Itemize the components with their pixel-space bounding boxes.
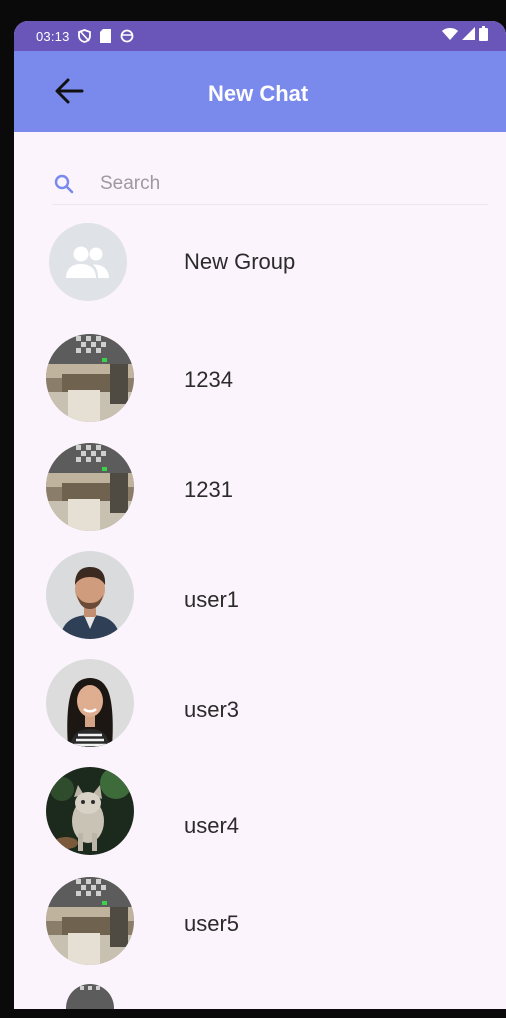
- avatar: [46, 334, 134, 422]
- contact-name: user3: [184, 697, 240, 722]
- contact-item[interactable]: user1: [14, 549, 506, 649]
- search-input[interactable]: [98, 171, 458, 196]
- contact-item[interactable]: 1234: [14, 329, 506, 429]
- avatar: [46, 767, 134, 855]
- avatar: [66, 984, 114, 1009]
- search-bar[interactable]: [52, 163, 488, 205]
- avatar: [46, 877, 134, 965]
- battery-icon: [479, 26, 488, 46]
- app-bar: New Chat: [14, 51, 506, 132]
- app-screen: 03:13 New Chat Search New Group 1234 123…: [14, 21, 506, 1009]
- status-bar: 03:13: [14, 21, 506, 51]
- back-button[interactable]: [47, 73, 91, 113]
- sd-card-icon: [99, 29, 111, 43]
- status-right-icons: [442, 26, 488, 46]
- group-icon: [49, 223, 127, 301]
- avatar: [46, 443, 134, 531]
- contact-name: user4: [184, 813, 240, 838]
- contact-item-partial[interactable]: [14, 984, 506, 1009]
- avatar: [46, 551, 134, 639]
- wifi-icon: [442, 27, 458, 45]
- status-time: 03:13: [36, 28, 70, 44]
- device-frame: 03:13 New Chat Search New Group 1234 123…: [0, 0, 506, 1018]
- avatar: [46, 659, 134, 747]
- contact-item[interactable]: user4: [14, 767, 506, 867]
- new-group-label: New Group: [184, 249, 296, 274]
- contact-item[interactable]: user5: [14, 877, 506, 977]
- contact-name: 1234: [184, 367, 233, 392]
- new-group-item[interactable]: New Group: [14, 217, 506, 317]
- shield-icon: [77, 29, 91, 43]
- search-icon: [52, 172, 76, 196]
- circle-status-icon: [120, 29, 134, 43]
- contact-item[interactable]: 1231: [14, 439, 506, 539]
- arrow-left-icon: [54, 78, 84, 109]
- signal-icon: [462, 27, 475, 45]
- contact-name: user5: [184, 911, 240, 936]
- page-title: New Chat: [208, 81, 309, 106]
- contact-name: 1231: [184, 477, 233, 502]
- contact-item[interactable]: user3: [14, 659, 506, 759]
- contact-name: user1: [184, 587, 240, 612]
